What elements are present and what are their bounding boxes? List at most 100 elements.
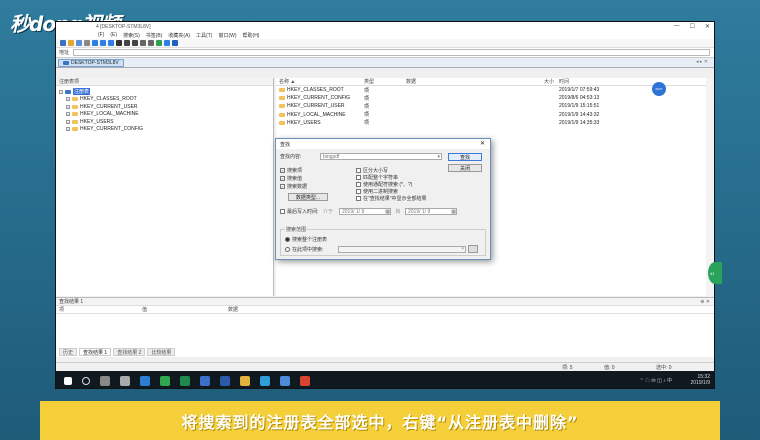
- task-view-icon[interactable]: [100, 375, 110, 386]
- expand-icon[interactable]: +: [66, 119, 70, 124]
- menu-help[interactable]: 帮助(H): [243, 32, 260, 39]
- collapse-icon[interactable]: −: [59, 89, 63, 94]
- start-icon[interactable]: [64, 376, 72, 385]
- app-green-icon[interactable]: [160, 375, 170, 386]
- browse-button[interactable]: [468, 245, 478, 253]
- expand-icon[interactable]: +: [66, 112, 70, 117]
- list-item[interactable]: HKEY_CURRENT_CONFIG 项 2019/8/6 04:53:13: [276, 94, 714, 102]
- tree-item[interactable]: + HKEY_LOCAL_MACHINE: [59, 111, 273, 119]
- checkbox-icon[interactable]: [356, 168, 361, 173]
- tab-compare-results[interactable]: 比较结果: [147, 348, 176, 356]
- checkbox-icon[interactable]: [356, 196, 361, 201]
- search-icon[interactable]: [82, 376, 90, 385]
- dropdown-arrow-icon[interactable]: ▾: [437, 154, 441, 160]
- close-dialog-button[interactable]: 关闭: [448, 164, 482, 172]
- word-icon[interactable]: [220, 375, 230, 386]
- expand-icon[interactable]: +: [66, 127, 70, 132]
- menu-tools[interactable]: 工具(T): [196, 32, 212, 39]
- checkbox-icon[interactable]: [280, 209, 285, 214]
- save-icon[interactable]: [76, 40, 82, 46]
- menu-file[interactable]: (F): [98, 32, 104, 38]
- menu-edit[interactable]: (E): [110, 32, 117, 38]
- list-item[interactable]: HKEY_CLASSES_ROOT 项 2019/1/7 07:59:43: [276, 86, 714, 94]
- print-icon[interactable]: [84, 40, 90, 46]
- from-date-picker[interactable]: 2019/ 1/ 9 ▦: [339, 208, 391, 215]
- view-icon[interactable]: [140, 40, 146, 46]
- menu-window[interactable]: 窗口(W): [218, 32, 236, 39]
- file-explorer-icon[interactable]: [240, 375, 250, 386]
- col-result-data[interactable]: 数据: [228, 306, 348, 313]
- tree-item[interactable]: + HKEY_CLASSES_ROOT: [59, 96, 273, 104]
- col-type[interactable]: 类型: [364, 78, 406, 85]
- address-input[interactable]: [73, 49, 710, 56]
- delete-icon[interactable]: [116, 40, 122, 46]
- tab-nav-arrows[interactable]: ◂ ▸ ✕: [696, 59, 708, 65]
- list-item[interactable]: HKEY_CURRENT_USER 项 2019/1/9 15:15:51: [276, 102, 714, 110]
- expand-icon[interactable]: +: [66, 97, 70, 102]
- minimize-button[interactable]: —: [674, 23, 680, 30]
- search-input[interactable]: bingpdf ▾: [320, 153, 442, 160]
- find-button[interactable]: 查找: [448, 153, 482, 161]
- properties-icon[interactable]: [148, 40, 154, 46]
- scope-key-input[interactable]: ▾: [338, 245, 466, 253]
- system-tray-icons[interactable]: ⌃ ☁ ✉ ◫ ♪ 中: [639, 377, 672, 384]
- radio-selected-icon[interactable]: [285, 237, 290, 242]
- app-cyan-icon[interactable]: [260, 375, 270, 386]
- spreadsheet-icon[interactable]: [180, 375, 190, 386]
- find-next-icon[interactable]: [132, 40, 138, 46]
- col-time[interactable]: 时间: [556, 78, 636, 85]
- edge-icon[interactable]: [140, 375, 150, 386]
- settings-icon[interactable]: [120, 375, 130, 386]
- find-icon[interactable]: [124, 40, 130, 46]
- new-icon[interactable]: [60, 40, 66, 46]
- connect-icon[interactable]: [164, 40, 170, 46]
- tab-find-results-1[interactable]: 查找结果 1: [79, 348, 112, 356]
- app-window-icon[interactable]: [280, 375, 290, 386]
- registry-app-icon[interactable]: [300, 375, 310, 386]
- tree-item[interactable]: + HKEY_CURRENT_CONFIG: [59, 126, 273, 134]
- to-date-picker[interactable]: 2019/ 1/ 9 ▦: [405, 208, 457, 215]
- side-green-badge[interactable]: 41: [708, 262, 722, 284]
- calendar-icon[interactable]: ▦: [451, 209, 456, 215]
- menu-search[interactable]: 搜索(S): [123, 32, 140, 39]
- col-data[interactable]: 数据: [406, 78, 542, 85]
- list-item[interactable]: HKEY_USERS 项 2019/1/9 14:35:33: [276, 119, 714, 127]
- checkbox-checked-icon[interactable]: ✓: [280, 176, 285, 181]
- menu-bookmarks[interactable]: 书签(B): [146, 32, 163, 39]
- data-types-button[interactable]: 数据类型...: [288, 193, 328, 201]
- results-pin-close[interactable]: ⊕ ✕: [700, 299, 710, 305]
- copy-icon[interactable]: [92, 40, 98, 46]
- open-icon[interactable]: [68, 40, 74, 46]
- calendar-icon[interactable]: ▦: [385, 209, 390, 215]
- col-size[interactable]: 大小: [542, 78, 556, 85]
- checkbox-checked-icon[interactable]: ✓: [280, 168, 285, 173]
- checkbox-icon[interactable]: [356, 175, 361, 180]
- menu-favorites[interactable]: 收藏夹(A): [168, 32, 190, 39]
- tree-root[interactable]: − 注册表: [59, 88, 273, 96]
- dialog-close-icon[interactable]: ✕: [480, 140, 485, 147]
- floating-badge[interactable]: 0047: [652, 82, 666, 96]
- list-item[interactable]: HKEY_LOCAL_MACHINE 项 2019/1/9 14:43:32: [276, 111, 714, 119]
- paste-icon[interactable]: [100, 40, 106, 46]
- close-button[interactable]: ✕: [705, 23, 710, 30]
- dropdown-arrow-icon[interactable]: ▾: [461, 246, 465, 252]
- maximize-button[interactable]: ☐: [690, 23, 695, 30]
- tree-item[interactable]: + HKEY_CURRENT_USER: [59, 103, 273, 111]
- col-name[interactable]: 名称 ▲: [276, 78, 364, 85]
- favorite-icon[interactable]: [108, 40, 114, 46]
- tab-history[interactable]: 历史: [59, 348, 78, 356]
- clock[interactable]: 15:32 2019/1/9: [691, 374, 710, 386]
- col-key[interactable]: 项: [56, 306, 142, 313]
- tab-computer[interactable]: DESKTOP-STM3L8V: [58, 58, 124, 67]
- checkbox-icon[interactable]: [356, 182, 361, 187]
- col-value[interactable]: 值: [142, 306, 228, 313]
- tree-item[interactable]: + HKEY_USERS: [59, 118, 273, 126]
- expand-icon[interactable]: +: [66, 104, 70, 109]
- checkbox-checked-icon[interactable]: ✓: [280, 184, 285, 189]
- radio-icon[interactable]: [285, 246, 290, 252]
- app-blue-icon[interactable]: [200, 375, 210, 386]
- refresh-icon[interactable]: [156, 40, 162, 46]
- help-icon[interactable]: [172, 40, 178, 46]
- checkbox-icon[interactable]: [356, 189, 361, 194]
- tab-find-results-2[interactable]: 查找结果 2: [113, 348, 146, 356]
